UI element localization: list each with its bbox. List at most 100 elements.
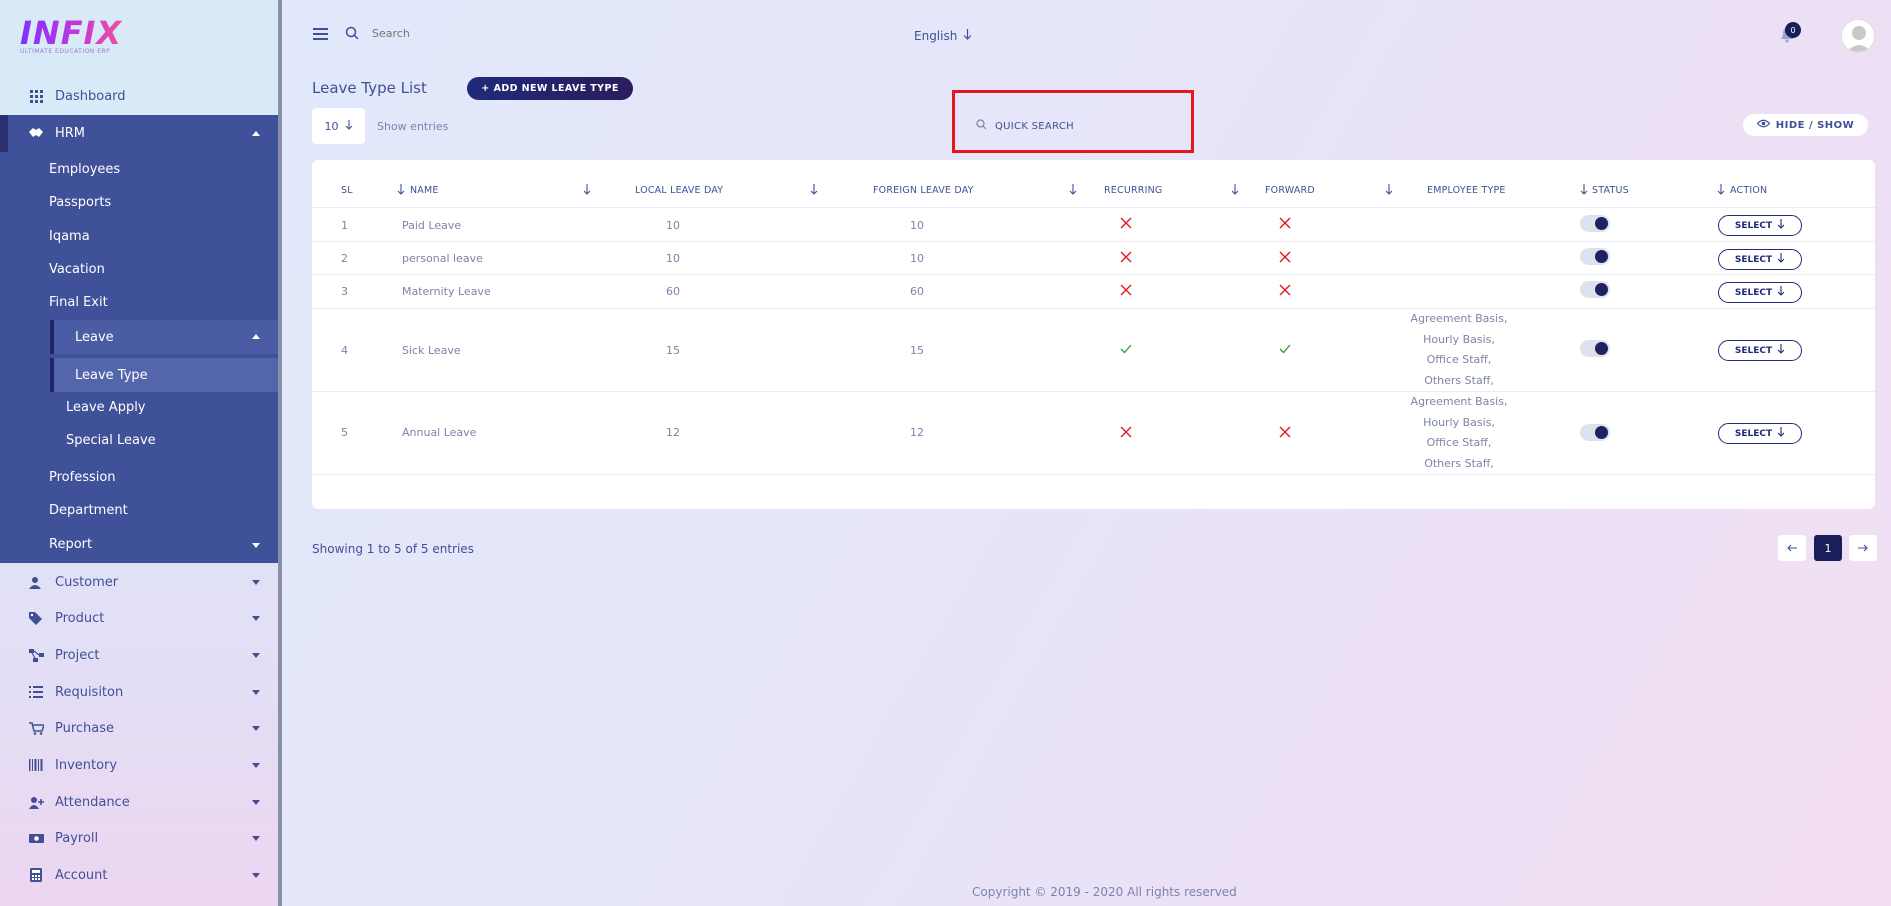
sidebar-item-report[interactable]: Report [0,527,278,563]
status-toggle[interactable] [1580,281,1610,298]
select-label: SELECT [1734,254,1773,265]
sidebar-item-final-exit[interactable]: Final Exit [49,295,108,310]
sort-arrow-icon[interactable] [1717,184,1725,198]
hamburger-menu-icon[interactable] [313,28,328,40]
entries-value: 10 [324,119,339,133]
list-icon [28,684,44,700]
sort-arrow-icon[interactable] [1385,184,1393,198]
sidebar-item-product[interactable]: Product [0,600,278,636]
sidebar-item-employees[interactable]: Employees [49,162,120,177]
cross-icon [1120,217,1132,232]
next-page-button[interactable] [1849,535,1877,561]
select-action-button[interactable]: SELECT [1718,215,1802,236]
cart-icon [28,720,44,736]
sidebar-label: Project [55,647,100,663]
quick-search-input[interactable]: QUICK SEARCH [976,119,1074,133]
sidebar-item-profession[interactable]: Profession [49,470,116,485]
sort-arrow-icon[interactable] [1231,184,1239,198]
language-select[interactable]: English [914,29,972,43]
sidebar-item-requisiton[interactable]: Requisiton [0,674,278,710]
employee-type-item: Agreement Basis, [1410,395,1508,408]
chevron-down-icon [252,872,260,878]
sort-arrow-icon[interactable] [397,184,405,198]
sidebar-item-project[interactable]: Project [0,637,278,673]
cell-employee-type: Agreement Basis, Hourly Basis, Office St… [1404,309,1514,391]
sort-arrow-icon[interactable] [1580,184,1588,198]
sidebar-label: Leave Type [75,367,148,383]
cross-icon [1279,251,1291,266]
sort-arrow-icon[interactable] [583,184,591,198]
sidebar-item-special-leave[interactable]: Special Leave [66,433,156,448]
sidebar-item-leave[interactable]: Leave [50,320,278,354]
column-header-recurring[interactable]: RECURRING [1104,185,1162,196]
search-input[interactable] [372,27,522,40]
sidebar-item-account[interactable]: Account [0,857,278,893]
column-header-employee-type[interactable]: EMPLOYEE TYPE [1427,185,1506,196]
entries-select[interactable]: 10 [312,108,365,144]
column-header-name[interactable]: NAME [410,185,439,196]
sidebar-label: Product [55,610,105,626]
sidebar-item-purchase[interactable]: Purchase [0,710,278,746]
arrow-down-icon [1777,427,1785,440]
status-toggle[interactable] [1580,340,1610,357]
cell-name: Annual Leave [402,426,477,439]
chevron-down-icon [252,835,260,841]
sidebar-item-dashboard[interactable]: Dashboard [0,78,278,114]
status-toggle[interactable] [1580,248,1610,265]
column-header-local-leave-day[interactable]: LOCAL LEAVE DAY [635,185,723,196]
prev-page-button[interactable] [1778,535,1806,561]
cell-local-leave-day: 60 [666,285,680,298]
cell-sl: 1 [341,219,348,232]
sidebar-item-customer[interactable]: Customer [0,564,278,600]
sidebar-item-passports[interactable]: Passports [49,195,111,210]
calculator-icon [28,867,44,883]
sidebar-item-iqama[interactable]: Iqama [49,229,90,244]
select-label: SELECT [1734,287,1773,298]
sidebar-label: Payroll [55,830,99,846]
cell-sl: 4 [341,344,348,357]
column-header-action[interactable]: ACTION [1730,185,1767,196]
column-header-sl[interactable]: SL [341,185,353,196]
sort-arrow-icon[interactable] [1069,184,1077,198]
select-action-button[interactable]: SELECT [1718,282,1802,303]
sidebar-label: Customer [55,574,119,590]
barcode-icon [28,757,44,773]
select-action-button[interactable]: SELECT [1718,340,1802,361]
row-divider [312,391,1875,392]
select-action-button[interactable]: SELECT [1718,423,1802,444]
chevron-down-icon [252,652,260,658]
column-header-status[interactable]: STATUS [1592,185,1629,196]
row-divider [312,241,1875,242]
avatar[interactable] [1841,19,1875,53]
sidebar: INFIX ULTIMATE EDUCATION ERP Dashboard H… [0,0,282,906]
sidebar-item-leave-apply[interactable]: Leave Apply [66,400,146,415]
sidebar-item-payroll[interactable]: Payroll [0,820,278,856]
chevron-down-icon [252,543,260,548]
select-action-button[interactable]: SELECT [1718,249,1802,270]
sidebar-item-inventory[interactable]: Inventory [0,747,278,783]
sidebar-item-attendance[interactable]: Attendance [0,784,278,820]
user-plus-icon [28,794,44,810]
sidebar-item-hrm[interactable]: HRM [0,115,278,152]
cell-sl: 2 [341,252,348,265]
cell-name: personal leave [402,252,483,265]
column-header-forward[interactable]: FORWARD [1265,185,1315,196]
status-toggle[interactable] [1580,215,1610,232]
page-button-1[interactable]: 1 [1814,535,1842,561]
arrow-down-icon [345,119,353,133]
logo[interactable]: INFIX ULTIMATE EDUCATION ERP [20,16,140,60]
sidebar-item-leave-type[interactable]: Leave Type [50,358,278,392]
sidebar-item-vacation[interactable]: Vacation [49,262,105,277]
column-header-foreign-leave-day[interactable]: FOREIGN LEAVE DAY [873,185,974,196]
sort-arrow-icon[interactable] [810,184,818,198]
chevron-down-icon [252,725,260,731]
add-leave-type-button[interactable]: + ADD NEW LEAVE TYPE [467,77,633,100]
sidebar-item-department[interactable]: Department [49,503,128,518]
arrow-down-icon [1777,286,1785,299]
cell-foreign-leave-day: 10 [910,252,924,265]
employee-type-item: Hourly Basis, [1423,332,1495,346]
status-toggle[interactable] [1580,424,1610,441]
arrow-down-icon [1777,219,1785,232]
hide-show-button[interactable]: HIDE / SHOW [1743,114,1868,136]
sidebar-label: Purchase [55,720,115,736]
